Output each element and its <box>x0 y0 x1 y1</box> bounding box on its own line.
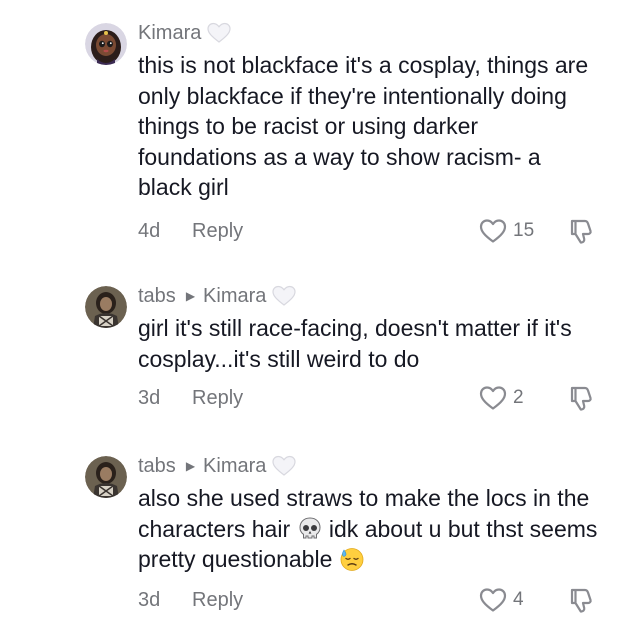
user-avatar[interactable] <box>85 23 127 65</box>
photo-avatar-icon <box>85 456 127 498</box>
like-button[interactable]: 4 <box>479 587 535 613</box>
white-heart-emoji-icon <box>272 285 297 307</box>
like-count: 4 <box>513 589 524 610</box>
user-avatar[interactable] <box>85 286 127 328</box>
comment-header: Kimara <box>138 20 595 46</box>
comment-age: 3d <box>138 588 161 611</box>
reply-button[interactable]: Reply <box>192 589 243 612</box>
dislike-button[interactable] <box>567 586 595 614</box>
doll-avatar-icon <box>85 23 127 65</box>
comment-actions: 3d Reply 4 <box>138 585 595 615</box>
comment-age: 3d <box>138 386 161 409</box>
reply-arrow-icon: ▶ <box>185 289 196 303</box>
like-button[interactable]: 2 <box>479 385 535 411</box>
reply-button[interactable]: Reply <box>192 220 243 243</box>
comment-age: 4d <box>138 219 161 242</box>
comment-header: tabs ▶ Kimara <box>138 453 595 479</box>
comment-text: also she used straws to make the locs in… <box>138 483 598 575</box>
username[interactable]: tabs <box>138 285 176 308</box>
dislike-button[interactable] <box>567 217 595 245</box>
reply-button[interactable]: Reply <box>192 387 243 410</box>
comment-item: tabs ▶ Kimara girl it's still race-facin… <box>0 283 625 423</box>
white-heart-emoji-icon <box>272 455 297 477</box>
comment-actions: 4d Reply 15 <box>138 216 595 246</box>
dislike-button[interactable] <box>567 384 595 412</box>
thumbs-down-icon <box>570 386 592 411</box>
like-count: 2 <box>513 387 524 408</box>
heart-outline-icon <box>479 587 507 613</box>
thumbs-down-icon <box>570 219 592 244</box>
comment-item: Kimara this is not blackface it's a cosp… <box>0 20 625 250</box>
comment-actions: 3d Reply 2 <box>138 383 595 413</box>
comment-text: this is not blackface it's a cosplay, th… <box>138 52 595 200</box>
comment-text: girl it's still race-facing, doesn't mat… <box>138 315 579 372</box>
photo-avatar-icon <box>85 286 127 328</box>
skull-emoji-icon <box>297 516 323 542</box>
username[interactable]: tabs <box>138 455 176 478</box>
username[interactable]: Kimara <box>138 22 201 45</box>
comment-item: tabs ▶ Kimara also she used straws to ma… <box>0 453 625 623</box>
user-avatar[interactable] <box>85 456 127 498</box>
heart-outline-icon <box>479 385 507 411</box>
heart-outline-icon <box>479 218 507 244</box>
like-count: 15 <box>513 220 535 241</box>
downcast-sweat-emoji-icon <box>339 546 365 572</box>
white-heart-emoji-icon <box>207 22 231 44</box>
reply-to-username[interactable]: Kimara <box>203 455 266 478</box>
like-button[interactable]: 15 <box>479 218 535 244</box>
reply-arrow-icon: ▶ <box>185 459 196 473</box>
reply-to-username[interactable]: Kimara <box>203 285 266 308</box>
thumbs-down-icon <box>570 588 592 613</box>
comment-header: tabs ▶ Kimara <box>138 283 595 309</box>
